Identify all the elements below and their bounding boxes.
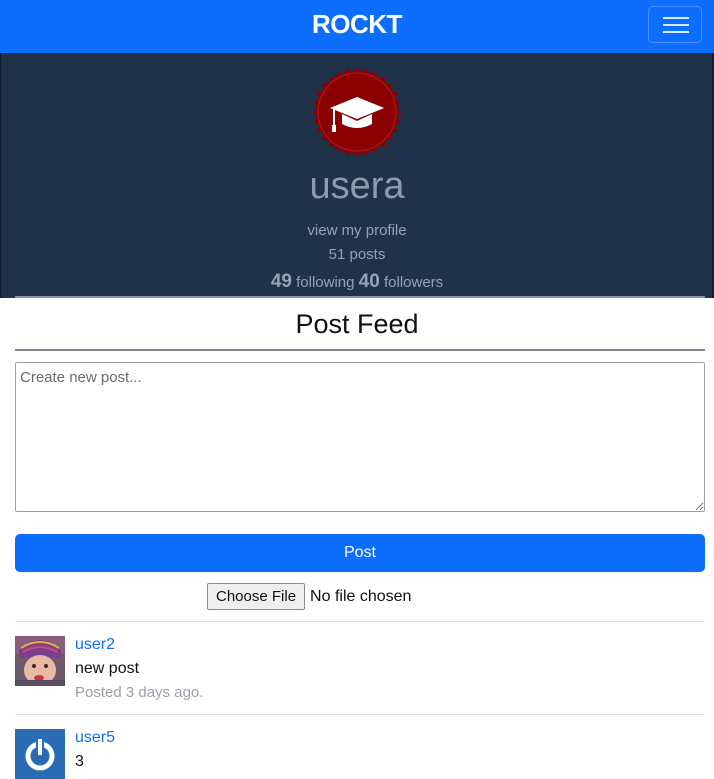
file-input: Choose File No file chosen <box>207 583 411 610</box>
divider <box>15 296 705 298</box>
profile-username: usera <box>309 165 405 207</box>
divider <box>15 621 705 622</box>
posts-count: 51 posts <box>328 246 386 263</box>
hamburger-menu-icon <box>663 17 689 19</box>
avatar[interactable] <box>15 636 65 686</box>
following-count: 49 <box>270 271 292 292</box>
menu-toggle-button[interactable] <box>648 6 702 43</box>
navbar: ROCKT <box>0 0 714 53</box>
divider <box>15 349 705 351</box>
follow-stats: 49 following 40 followers <box>0 271 714 293</box>
new-post-textarea[interactable] <box>15 362 705 512</box>
followers-label[interactable]: followers <box>384 274 443 291</box>
post-timestamp: Posted 3 days ago. <box>75 684 204 701</box>
list-item: user2 new post Posted 3 days ago. <box>15 636 705 706</box>
post-text: 3 <box>75 753 84 770</box>
choose-file-button[interactable]: Choose File <box>207 583 306 610</box>
hamburger-menu-icon <box>663 31 689 33</box>
post-username[interactable]: user2 <box>75 636 115 654</box>
file-status: No file chosen <box>310 587 412 605</box>
view-profile-link[interactable]: view my profile <box>0 222 714 239</box>
baby-photo-avatar-icon <box>15 636 65 686</box>
avatar[interactable] <box>15 729 65 779</box>
followers-count: 40 <box>358 271 380 292</box>
post-text: new post <box>75 660 140 677</box>
hamburger-menu-icon <box>663 24 689 26</box>
profile-header: usera view my profile 51 posts 49 follow… <box>0 53 714 298</box>
brand-logo[interactable]: ROCKT <box>0 9 714 40</box>
power-icon <box>15 729 65 779</box>
post-username[interactable]: user5 <box>75 729 115 747</box>
list-item: user5 3 <box>15 729 705 779</box>
page-title: Post Feed <box>295 309 419 339</box>
post-button[interactable]: Post <box>15 534 705 572</box>
graduation-cap-badge-icon <box>312 67 402 157</box>
following-label[interactable]: following <box>296 274 354 291</box>
divider <box>15 714 705 715</box>
